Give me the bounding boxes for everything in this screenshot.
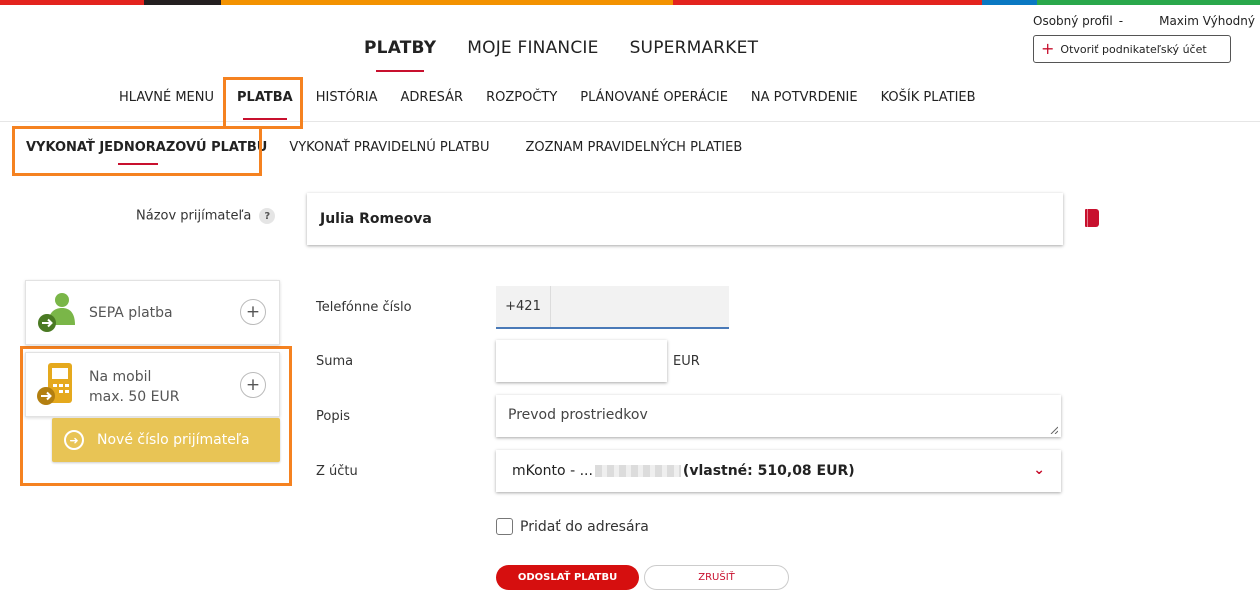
add-to-addressbook-checkbox[interactable] [496, 518, 513, 535]
currency-label: EUR [673, 354, 700, 369]
sepa-payment-label: SEPA platba [89, 305, 173, 321]
sepa-expand-button[interactable]: + [240, 299, 266, 325]
stripe-segment-orange [221, 0, 673, 5]
profile-area: Osobný profil - Maxim Výhodný + Otvoriť … [1033, 14, 1255, 63]
nav-historia[interactable]: HISTÓRIA [316, 90, 378, 105]
description-label: Popis [316, 409, 350, 424]
amount-label: Suma [316, 354, 354, 369]
stripe-segment-green [1037, 0, 1260, 5]
nav-adresar[interactable]: ADRESÁR [401, 90, 464, 105]
nav-planovane-operacie[interactable]: PLÁNOVANÉ OPERÁCIE [580, 90, 728, 105]
new-recipient-number-label: Nové číslo prijímateľa [97, 432, 250, 448]
user-name[interactable]: Maxim Výhodný [1159, 14, 1255, 28]
account-select[interactable]: mKonto - ... (vlastné: 510,08 EUR) ⌄ [496, 450, 1061, 492]
plus-icon: + [1041, 39, 1055, 58]
send-payment-button[interactable]: ODOSLAŤ PLATBU [496, 565, 639, 590]
mobile-payment-card[interactable]: Na mobil max. 50 EUR + [25, 352, 280, 417]
description-textarea[interactable]: Prevod prostriedkov [496, 395, 1061, 437]
main-tabs: PLATBY MOJE FINANCIE SUPERMARKET [364, 38, 759, 72]
sepa-payment-card[interactable]: SEPA platba + [25, 280, 280, 345]
tab-pravidelna-platba[interactable]: VYKONAŤ PRAVIDELNÚ PLATBU [289, 140, 489, 155]
stripe-segment-red [0, 0, 144, 5]
recipient-input[interactable]: Julia Romeova [307, 193, 1063, 245]
person-arrow-icon [38, 293, 75, 332]
masked-account-number [594, 465, 681, 477]
stripe-segment-blue [982, 0, 1037, 5]
mobile-payment-label: Na mobil [89, 369, 152, 385]
tab-moje-financie[interactable]: MOJE FINANCIE [467, 38, 598, 58]
mobile-phone-icon [37, 363, 72, 405]
stripe-segment-black [144, 0, 221, 5]
arrow-right-circle-icon: ➜ [64, 430, 84, 450]
address-book-icon[interactable] [1085, 209, 1099, 227]
cancel-button[interactable]: ZRUŠIŤ [644, 565, 789, 590]
tab-platby[interactable]: PLATBY [364, 38, 436, 72]
tab-supermarket[interactable]: SUPERMARKET [630, 38, 759, 58]
help-icon[interactable]: ? [259, 208, 276, 224]
mobile-payment-title: Na mobil max. 50 EUR [89, 367, 180, 407]
chevron-down-icon: ⌄ [1033, 462, 1045, 478]
description-value: Prevod prostriedkov [508, 407, 648, 423]
account-prefix: mKonto - ... [512, 463, 593, 479]
profile-separator: - [1118, 14, 1124, 28]
recipient-label-wrap: Názov prijímateľa? [136, 208, 276, 224]
resize-handle-icon[interactable] [1050, 426, 1058, 434]
highlight-box-payment-tab [12, 126, 262, 176]
phone-input[interactable]: +421 [496, 286, 729, 329]
highlight-box-platba [223, 77, 303, 129]
mobile-expand-button[interactable]: + [240, 372, 266, 398]
stripe-segment-red-2 [673, 0, 982, 5]
phone-prefix: +421 [496, 286, 551, 327]
account-balance: (vlastné: 510,08 EUR) [682, 463, 855, 479]
open-business-account-button[interactable]: + Otvoriť podnikateľský účet [1033, 35, 1231, 63]
header-divider [0, 121, 1260, 122]
mobile-payment-limit: max. 50 EUR [89, 389, 180, 405]
add-to-addressbook-label: Pridať do adresára [520, 518, 649, 535]
recipient-value: Julia Romeova [320, 211, 432, 227]
brand-color-stripe [0, 0, 1260, 5]
open-business-account-label: Otvoriť podnikateľský účet [1060, 42, 1207, 56]
account-label: Z účtu [316, 464, 358, 479]
profile-label[interactable]: Osobný profil [1033, 14, 1113, 28]
nav-hlavne-menu[interactable]: HLAVNÉ MENU [119, 90, 214, 105]
add-to-addressbook[interactable]: Pridať do adresára [496, 518, 649, 535]
nav-kosik-platieb[interactable]: KOŠÍK PLATIEB [881, 90, 976, 105]
amount-input[interactable] [496, 340, 667, 382]
phone-label: Telefónne číslo [316, 300, 412, 315]
new-recipient-number-button[interactable]: ➜ Nové číslo prijímateľa [52, 418, 280, 462]
tab-zoznam-pravidelnych-platieb[interactable]: ZOZNAM PRAVIDELNÝCH PLATIEB [526, 140, 743, 155]
recipient-label: Názov prijímateľa [136, 208, 252, 224]
nav-na-potvrdenie[interactable]: NA POTVRDENIE [751, 90, 858, 105]
nav-rozpocty[interactable]: ROZPOČTY [486, 90, 557, 105]
